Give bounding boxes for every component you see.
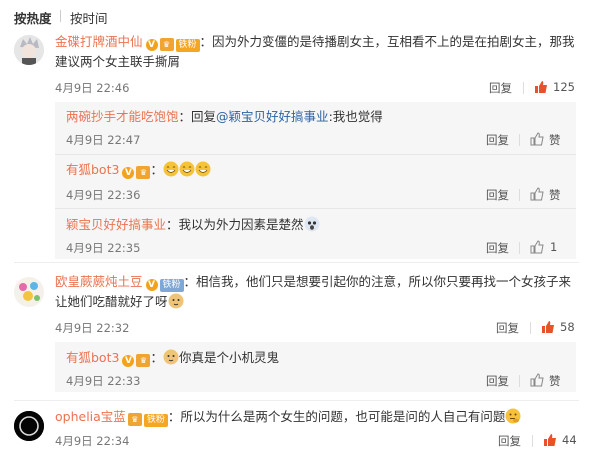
reply-text: 有狐bot3 V ♛： (66, 160, 211, 180)
reply-text: 两碗抄手才能吃饱饱：回复@颖宝贝好好搞事业:我也觉得 (66, 107, 383, 127)
reply-item: 有狐bot3 V ♛： 你真是个小机灵鬼 4月9日 22:33 回复 赞 (55, 342, 576, 392)
like-icon[interactable] (530, 187, 544, 201)
action-divider (532, 435, 533, 447)
mention-link[interactable]: @颖宝贝好好搞事业 (216, 109, 329, 124)
comment-date: 4月9日 22:46 (55, 81, 130, 95)
like-count: 58 (560, 320, 575, 334)
reply-prefix: 回复 (191, 109, 217, 124)
avatar[interactable] (14, 277, 44, 307)
separator: ： (178, 109, 192, 124)
username[interactable]: 颖宝贝好好搞事业 (66, 217, 166, 232)
reply-item: 颖宝贝好好搞事业：我以为外力因素是楚然 4月9日 22:35 回复 1 (55, 209, 576, 259)
reply-button[interactable]: 回复 (486, 187, 509, 203)
comment-date: 4月9日 22:34 (55, 434, 130, 448)
action-divider (519, 375, 520, 387)
reply-item: 两碗抄手才能吃饱饱：回复@颖宝贝好好搞事业:我也觉得 4月9日 22:47 回复… (55, 102, 576, 150)
comment-text: 金碟打牌酒中仙 V ♛ 铁粉 ：因为外力变僵的是待播剧女主，互相看不上的是在拍剧女主，那… (55, 34, 575, 69)
like-count: 44 (562, 433, 577, 447)
doge-emoji-icon (168, 293, 184, 309)
member-level-icon: ♛ (127, 413, 142, 426)
verified-icon: V (122, 167, 135, 179)
comment-meta: 4月9日 22:32 回复 58 (55, 320, 575, 336)
username[interactable]: 有狐bot3 (66, 350, 119, 365)
reply-body: :我也觉得 (328, 109, 383, 124)
comment-divider (14, 400, 579, 401)
like-count[interactable]: 赞 (549, 187, 561, 203)
like-count: 1 (550, 240, 558, 254)
like-icon[interactable] (530, 132, 544, 146)
sort-by-hot-tab[interactable]: 按热度 (14, 8, 52, 27)
reply-item: 有狐bot3 V ♛： 4月9日 22:36 回复 赞 (55, 155, 576, 207)
action-divider (523, 82, 524, 94)
separator: ： (150, 350, 163, 365)
member-level-icon: ♛ (159, 38, 174, 51)
fan-badge: 铁粉 (175, 39, 200, 52)
reply-date: 4月9日 22:33 (66, 374, 141, 388)
separator: ： (166, 217, 179, 232)
like-icon[interactable] (541, 320, 555, 334)
member-level-icon: ♛ (136, 354, 151, 367)
reply-text: 颖宝贝好好搞事业：我以为外力因素是楚然 (66, 215, 320, 235)
reply-date: 4月9日 22:47 (66, 133, 141, 147)
comment-meta: 4月9日 22:34 回复 44 (55, 433, 577, 449)
thinking-emoji-icon (505, 408, 521, 424)
username[interactable]: 欧皇蕨蕨炖土豆 (55, 274, 143, 289)
reply-button[interactable]: 回复 (496, 320, 519, 336)
reply-date: 4月9日 22:36 (66, 188, 141, 202)
fan-badge: 铁粉 (159, 279, 184, 292)
username[interactable]: ophelia宝蓝 (55, 409, 126, 424)
like-count[interactable]: 赞 (549, 132, 561, 148)
reply-button[interactable]: 回复 (498, 433, 521, 449)
sort-divider (60, 10, 61, 22)
like-count[interactable]: 赞 (549, 373, 561, 389)
like-icon[interactable] (530, 373, 544, 387)
member-level-icon: ♛ (136, 166, 151, 179)
verified-icon: V (122, 355, 135, 367)
avatar[interactable] (14, 411, 44, 441)
comment-date: 4月9日 22:32 (55, 321, 130, 335)
action-divider (519, 134, 520, 146)
avatar[interactable] (14, 35, 44, 65)
action-divider (519, 242, 520, 254)
verified-icon: V (145, 39, 158, 51)
reply-button[interactable]: 回复 (489, 80, 512, 96)
smile-emoji-icon (179, 161, 195, 177)
username[interactable]: 有狐bot3 (66, 162, 119, 177)
comment-meta: 4月9日 22:46 回复 125 (55, 80, 575, 96)
username[interactable]: 两碗抄手才能吃饱饱 (66, 109, 179, 124)
verified-icon: V (145, 279, 158, 291)
like-icon[interactable] (530, 240, 544, 254)
like-icon[interactable] (534, 80, 548, 94)
reply-button[interactable]: 回复 (486, 132, 509, 148)
separator: ： (150, 162, 163, 177)
username[interactable]: 金碟打牌酒中仙 (55, 34, 143, 49)
reply-button[interactable]: 回复 (486, 240, 509, 256)
comment-text: ophelia宝蓝 ♛ 铁粉 ：所以为什么是两个女生的问题，也可能是问的人自己有问题 (55, 407, 575, 427)
doge-emoji-icon (163, 349, 179, 365)
smile-emoji-icon (163, 161, 179, 177)
like-icon[interactable] (543, 433, 557, 447)
action-divider (519, 189, 520, 201)
comment-body: 所以为什么是两个女生的问题，也可能是问的人自己有问题 (180, 409, 506, 424)
reply-button[interactable]: 回复 (486, 373, 509, 389)
reply-list: 两碗抄手才能吃饱饱：回复@颖宝贝好好搞事业:我也觉得 4月9日 22:47 回复… (55, 102, 576, 259)
sort-by-time-tab[interactable]: 按时间 (70, 8, 108, 27)
action-divider (530, 322, 531, 334)
reply-body: 你真是个小机灵鬼 (178, 350, 279, 365)
reply-list: 有狐bot3 V ♛： 你真是个小机灵鬼 4月9日 22:33 回复 赞 (55, 342, 576, 392)
smile-emoji-icon (195, 161, 211, 177)
reply-text: 有狐bot3 V ♛： 你真是个小机灵鬼 (66, 348, 279, 368)
sort-bar: 按热度 按时间 (0, 0, 590, 28)
reply-date: 4月9日 22:35 (66, 241, 141, 255)
comment-divider (14, 262, 579, 263)
reply-body: 我以为外力因素是楚然 (178, 217, 304, 232)
like-count: 125 (553, 80, 575, 94)
fan-badge: 铁粉 (143, 414, 168, 427)
scared-emoji-icon (304, 216, 320, 232)
comment-text: 欧皇蕨蕨炖土豆 V 铁粉 ：相信我，他们只是想要引起你的注意，所以你只要再找一个女孩子… (55, 274, 572, 309)
